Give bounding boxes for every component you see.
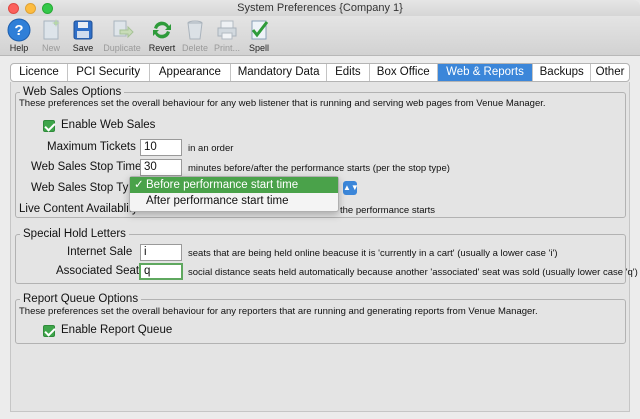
duplicate-icon	[113, 20, 134, 39]
stop-type-select-arrow[interactable]: ▲▼	[343, 181, 359, 195]
save-icon	[73, 20, 93, 40]
tab-web-reports[interactable]: Web & Reports	[437, 64, 534, 81]
report-queue-options-title: Report Queue Options	[20, 293, 142, 305]
report-queue-description: These preferences set the overall behavi…	[19, 306, 538, 317]
report-queue-options-group: Report Queue Options These preferences s…	[15, 293, 626, 344]
zoom-window-button[interactable]	[42, 3, 53, 14]
tab-edits[interactable]: Edits	[327, 64, 370, 81]
tab-appearance[interactable]: Appearance	[150, 64, 232, 81]
help-icon: ?	[7, 18, 31, 42]
enable-web-sales-checkbox[interactable]	[43, 120, 55, 132]
live-content-suffix: the performance starts	[340, 205, 436, 216]
revert-button[interactable]: Revert	[146, 18, 178, 53]
associated-seat-input[interactable]: q	[139, 263, 183, 280]
enable-report-queue-label: Enable Report Queue	[61, 324, 173, 336]
maximum-tickets-input[interactable]: 10	[140, 139, 182, 156]
system-preferences-window: System Preferences {Company 1} ? Help Ne…	[0, 0, 640, 419]
tab-box-office[interactable]: Box Office	[370, 64, 438, 81]
close-window-button[interactable]	[8, 3, 19, 14]
delete-button[interactable]: Delete	[180, 18, 210, 53]
stop-type-option-after[interactable]: After performance start time	[130, 193, 338, 209]
web-sales-stop-time-input[interactable]: 30	[140, 159, 182, 176]
live-content-availability-label: Live Content Availablity	[19, 203, 138, 215]
toolbar: ? Help New Save Duplicate Revert Delete …	[0, 16, 640, 56]
web-sales-stop-type-label: Web Sales Stop Type	[31, 182, 142, 194]
enable-report-queue-checkbox[interactable]	[43, 325, 55, 337]
stop-type-dropdown-menu: ✓ Before performance start time After per…	[129, 176, 339, 212]
maximum-tickets-suffix: in an order	[188, 143, 234, 154]
stop-type-option-before[interactable]: ✓ Before performance start time	[130, 177, 338, 193]
maximum-tickets-label: Maximum Tickets	[47, 141, 136, 153]
tab-backups[interactable]: Backups	[533, 64, 592, 81]
tab-licence[interactable]: Licence	[11, 64, 68, 81]
minimize-window-button[interactable]	[25, 3, 36, 14]
tab-mandatory-data[interactable]: Mandatory Data	[231, 64, 327, 81]
web-sales-description: These preferences set the overall behavi…	[19, 98, 546, 109]
spell-check-icon	[251, 20, 269, 40]
web-sales-options-title: Web Sales Options	[20, 86, 125, 98]
save-button[interactable]: Save	[70, 18, 96, 53]
preferences-tab-bar: Licence PCI Security Appearance Mandator…	[10, 63, 630, 82]
new-document-icon	[43, 19, 60, 40]
web-sales-stop-time-suffix: minutes before/after the performance sta…	[188, 163, 450, 174]
help-button[interactable]: ? Help	[6, 18, 32, 53]
spell-button[interactable]: Spell	[246, 18, 272, 53]
web-reports-panel: Web Sales Options These preferences set …	[10, 82, 638, 412]
enable-web-sales-label: Enable Web Sales	[61, 119, 156, 131]
print-button[interactable]: Print...	[212, 18, 242, 53]
title-bar: System Preferences {Company 1}	[0, 0, 640, 16]
special-hold-letters-group: Special Hold Letters Internet Sale i sea…	[15, 228, 638, 284]
revert-icon	[153, 21, 171, 39]
checkmark-icon: ✓	[134, 179, 144, 191]
tab-pci-security[interactable]: PCI Security	[68, 64, 150, 81]
tab-other[interactable]: Other	[591, 64, 629, 81]
new-button[interactable]: New	[38, 18, 64, 53]
internet-sale-input[interactable]: i	[140, 244, 182, 261]
printer-icon	[217, 20, 237, 40]
special-hold-letters-title: Special Hold Letters	[20, 228, 129, 240]
internet-sale-label: Internet Sale	[67, 246, 133, 258]
duplicate-button[interactable]: Duplicate	[100, 18, 144, 53]
window-title: System Preferences {Company 1}	[237, 2, 403, 14]
trash-icon	[187, 20, 203, 40]
svg-text:?: ?	[14, 22, 23, 39]
internet-sale-description: seats that are being held online beacuse…	[188, 248, 558, 259]
associated-seat-description: social distance seats held automatically…	[188, 267, 638, 278]
web-sales-stop-time-label: Web Sales Stop Time	[31, 161, 142, 173]
associated-seat-label: Associated Seat	[56, 265, 140, 277]
